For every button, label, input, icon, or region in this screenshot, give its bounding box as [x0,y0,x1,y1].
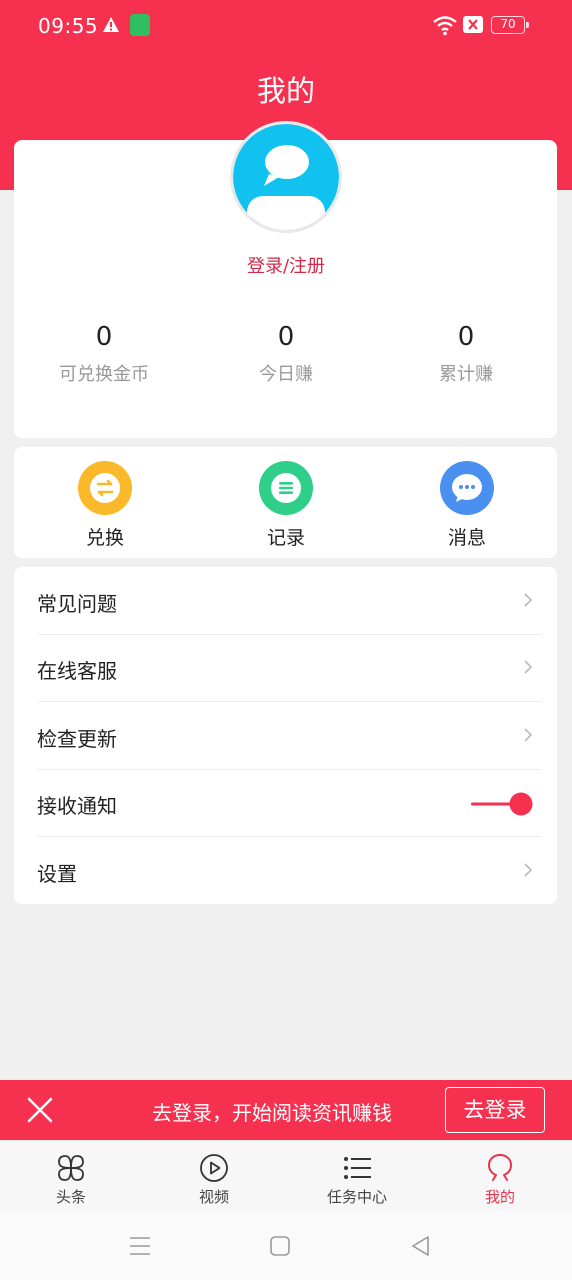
notifications-toggle[interactable] [471,792,533,816]
back-icon[interactable] [409,1234,433,1258]
stat-value: 0 [457,322,475,352]
stat-total-earned: 0 累计赚 [376,322,556,386]
tab-label: 任务中心 [326,1188,387,1206]
stat-value: 0 [277,322,295,352]
messages-button[interactable]: 消息 [417,461,517,550]
close-icon[interactable] [26,1096,54,1124]
avatar[interactable] [230,121,342,233]
records-label: 记录 [266,527,305,549]
menu-item-label: 常见问题 [37,592,117,616]
login-prompt-banner: 去登录，开始阅读资讯赚钱 去登录 [0,1080,572,1140]
exchange-icon [78,461,132,515]
records-button[interactable]: 记录 [236,461,336,550]
system-navigation-bar [0,1210,572,1280]
menu-item-online-support[interactable]: 在线客服 [14,635,557,702]
battery-icon: 70 [491,16,529,34]
go-login-button[interactable]: 去登录 [445,1087,545,1133]
home-icon[interactable] [268,1234,292,1258]
menu-item-faq[interactable]: 常见问题 [14,568,557,635]
tab-headlines[interactable]: 头条 [11,1141,131,1211]
tab-video[interactable]: 视频 [154,1141,274,1211]
status-bar: 09:55 70 [0,0,572,52]
stat-exchangeable-coins: 0 可兑换金币 [14,322,194,386]
bottom-tab-bar: 头条 视频 任务中心 我的 [0,1140,572,1210]
tab-label: 我的 [484,1188,515,1206]
status-time: 09:55 [38,14,99,38]
tab-task-center[interactable]: 任务中心 [297,1141,417,1211]
page-title: 我的 [256,74,315,108]
warning-icon [103,17,119,32]
chevron-right-icon [524,660,533,674]
app-notification-icon [130,14,150,36]
exchange-label: 兑换 [85,527,124,549]
menu-item-label: 在线客服 [37,659,117,683]
exchange-button[interactable]: 兑换 [55,461,155,550]
list-icon [259,461,313,515]
menu-icon[interactable] [128,1234,152,1258]
chevron-right-icon [524,863,533,877]
message-icon [440,461,494,515]
stat-label: 累计赚 [439,364,493,385]
task-list-icon [344,1157,371,1179]
menu-item-notifications: 接收通知 [14,770,557,837]
stat-value: 0 [95,322,113,352]
menu-item-label: 检查更新 [37,727,117,751]
avatar-icon [233,124,339,230]
chevron-right-icon [524,728,533,742]
messages-label: 消息 [447,527,486,549]
stat-label: 今日赚 [259,364,313,385]
profile-icon [488,1154,512,1181]
chevron-right-icon [524,593,533,607]
menu-divider [38,836,541,837]
menu-item-check-update[interactable]: 检查更新 [14,703,557,770]
play-icon [200,1154,228,1182]
menu-item-settings[interactable]: 设置 [14,838,557,905]
tab-label: 视频 [198,1188,229,1206]
tab-mine[interactable]: 我的 [440,1141,560,1211]
wifi-icon [433,16,457,36]
tab-label: 头条 [55,1188,86,1206]
no-sim-icon [463,16,483,33]
clover-icon [58,1155,84,1181]
menu-item-label: 设置 [37,862,77,886]
menu-divider [38,701,541,702]
stat-today-earned: 0 今日赚 [196,322,376,386]
banner-text: 去登录，开始阅读资讯赚钱 [152,1101,392,1125]
menu-item-label: 接收通知 [37,794,117,818]
login-register-link[interactable]: 登录/注册 [0,252,572,278]
stat-label: 可兑换金币 [59,364,149,385]
